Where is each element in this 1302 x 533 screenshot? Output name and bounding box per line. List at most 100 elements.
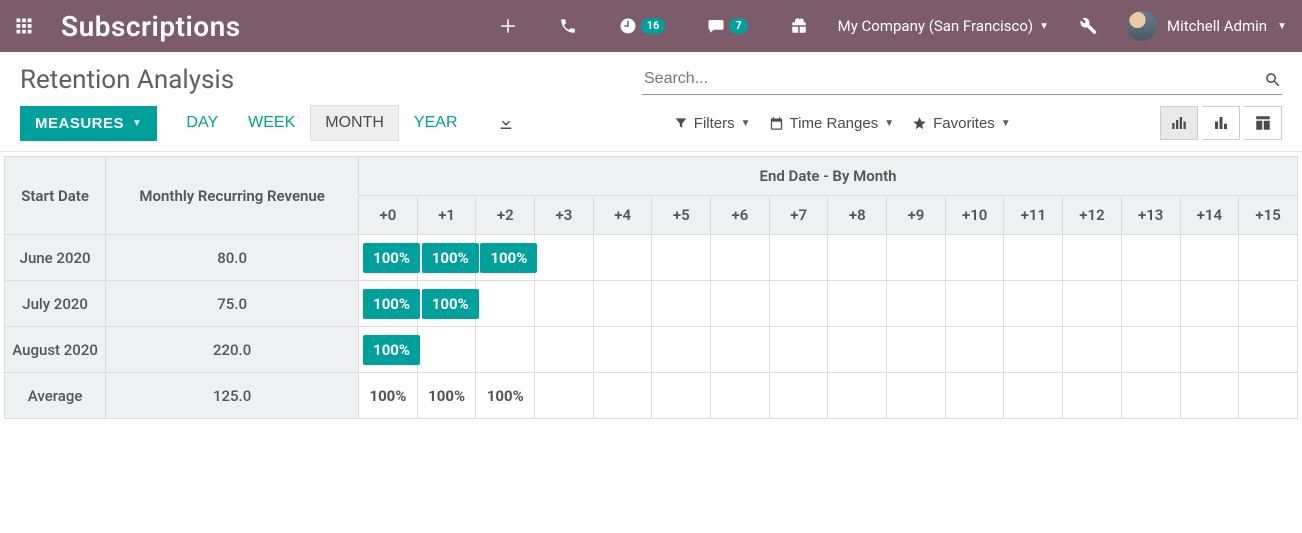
activities-icon[interactable]: 16: [619, 17, 666, 35]
measures-button[interactable]: MEASURES ▼: [20, 106, 157, 141]
col-period: +14: [1180, 196, 1239, 235]
cohort-cell: [1063, 373, 1122, 419]
favorites-label: Favorites: [933, 115, 995, 132]
cohort-cell: [535, 327, 594, 373]
chevron-down-icon: ▼: [1001, 118, 1011, 129]
retention-chip: 100%: [363, 243, 420, 273]
cohort-cell: [1239, 373, 1298, 419]
table-row: August 2020220.0100%: [5, 327, 1298, 373]
row-average: Average125.0100%100%100%: [5, 373, 1298, 419]
cohort-cell: [1063, 281, 1122, 327]
cohort-cell: [945, 373, 1004, 419]
cohort-cell: [887, 235, 946, 281]
col-end-date: End Date - By Month: [359, 157, 1298, 196]
interval-week[interactable]: WEEK: [233, 105, 310, 141]
debug-icon[interactable]: [1079, 17, 1097, 35]
cohort-cell: [1180, 327, 1239, 373]
cohort-cell[interactable]: 100%: [359, 281, 418, 327]
cohort-cell: [1121, 235, 1180, 281]
cohort-cell: [1239, 327, 1298, 373]
new-icon[interactable]: [499, 17, 517, 35]
messages-badge: 7: [729, 18, 747, 34]
cohort-cell: [476, 327, 535, 373]
cohort-cell: [593, 327, 652, 373]
row-label[interactable]: Average: [5, 373, 106, 419]
phone-icon[interactable]: [559, 17, 577, 35]
company-switcher[interactable]: My Company (San Francisco) ▼: [838, 17, 1049, 35]
cohort-table-wrap: Start Date Monthly Recurring Revenue End…: [0, 152, 1302, 423]
row-mrr: 125.0: [106, 373, 359, 419]
cohort-cell[interactable]: 100%: [476, 235, 535, 281]
view-switcher: [1160, 106, 1282, 140]
col-period: +7: [769, 196, 828, 235]
gift-icon[interactable]: [790, 17, 808, 35]
col-period: +3: [535, 196, 594, 235]
app-brand[interactable]: Subscriptions: [61, 10, 241, 43]
cohort-cell: [535, 235, 594, 281]
col-period: +1: [417, 196, 476, 235]
interval-year[interactable]: YEAR: [399, 105, 473, 141]
retention-chip: 100%: [480, 243, 537, 273]
favorites-button[interactable]: Favorites ▼: [912, 115, 1011, 132]
search-input[interactable]: [642, 64, 1264, 94]
cohort-cell[interactable]: 100%: [417, 281, 476, 327]
chevron-down-icon: ▼: [1039, 21, 1049, 32]
cohort-cell: [1121, 373, 1180, 419]
col-period: +4: [593, 196, 652, 235]
cohort-cell: [828, 235, 887, 281]
chevron-down-icon: ▼: [884, 118, 894, 129]
col-period: +13: [1121, 196, 1180, 235]
cohort-cell[interactable]: 100%: [476, 373, 535, 419]
retention-chip: 100%: [422, 289, 479, 319]
row-label[interactable]: August 2020: [5, 327, 106, 373]
chevron-down-icon: ▼: [741, 118, 751, 129]
page-title: Retention Analysis: [20, 65, 234, 95]
cohort-cell: [535, 373, 594, 419]
cohort-cell: [652, 281, 711, 327]
cohort-cell[interactable]: 100%: [417, 373, 476, 419]
interval-day[interactable]: DAY: [171, 105, 233, 141]
cohort-cell: [887, 281, 946, 327]
col-period: +12: [1063, 196, 1122, 235]
cohort-cell[interactable]: 100%: [359, 327, 418, 373]
cohort-cell: [593, 235, 652, 281]
cohort-cell[interactable]: 100%: [359, 235, 418, 281]
cohort-cell: [711, 373, 770, 419]
download-button[interactable]: [487, 106, 525, 140]
chevron-down-icon: ▼: [1277, 21, 1287, 32]
col-period: +0: [359, 196, 418, 235]
filters-button[interactable]: Filters ▼: [674, 115, 751, 132]
search-box[interactable]: [642, 64, 1282, 95]
col-period: +11: [1004, 196, 1063, 235]
retention-chip: 100%: [363, 335, 420, 365]
col-start-date: Start Date: [5, 157, 106, 235]
cohort-cell: [945, 235, 1004, 281]
cohort-cell: [1239, 235, 1298, 281]
search-icon[interactable]: [1264, 69, 1282, 90]
row-label[interactable]: July 2020: [5, 281, 106, 327]
row-mrr: 75.0: [106, 281, 359, 327]
company-name: My Company (San Francisco): [838, 17, 1033, 35]
view-cohort-button[interactable]: [1160, 106, 1198, 140]
cohort-cell: [476, 281, 535, 327]
apps-icon[interactable]: [15, 17, 33, 35]
interval-month[interactable]: MONTH: [310, 105, 399, 141]
cohort-cell[interactable]: 100%: [359, 373, 418, 419]
cohort-cell: [769, 373, 828, 419]
cohort-cell: [1121, 281, 1180, 327]
col-period: +8: [828, 196, 887, 235]
cohort-cell[interactable]: 100%: [417, 235, 476, 281]
cohort-cell: [652, 235, 711, 281]
cohort-cell: [1180, 373, 1239, 419]
row-label[interactable]: June 2020: [5, 235, 106, 281]
user-menu[interactable]: Mitchell Admin ▼: [1127, 11, 1287, 41]
view-pivot-button[interactable]: [1244, 106, 1282, 140]
time-ranges-button[interactable]: Time Ranges ▼: [769, 115, 895, 132]
cohort-cell: [1004, 235, 1063, 281]
table-row: June 202080.0100%100%100%: [5, 235, 1298, 281]
col-period: +5: [652, 196, 711, 235]
cohort-cell: [828, 281, 887, 327]
view-graph-button[interactable]: [1202, 106, 1240, 140]
cohort-cell: [828, 373, 887, 419]
messages-icon[interactable]: 7: [707, 17, 747, 35]
